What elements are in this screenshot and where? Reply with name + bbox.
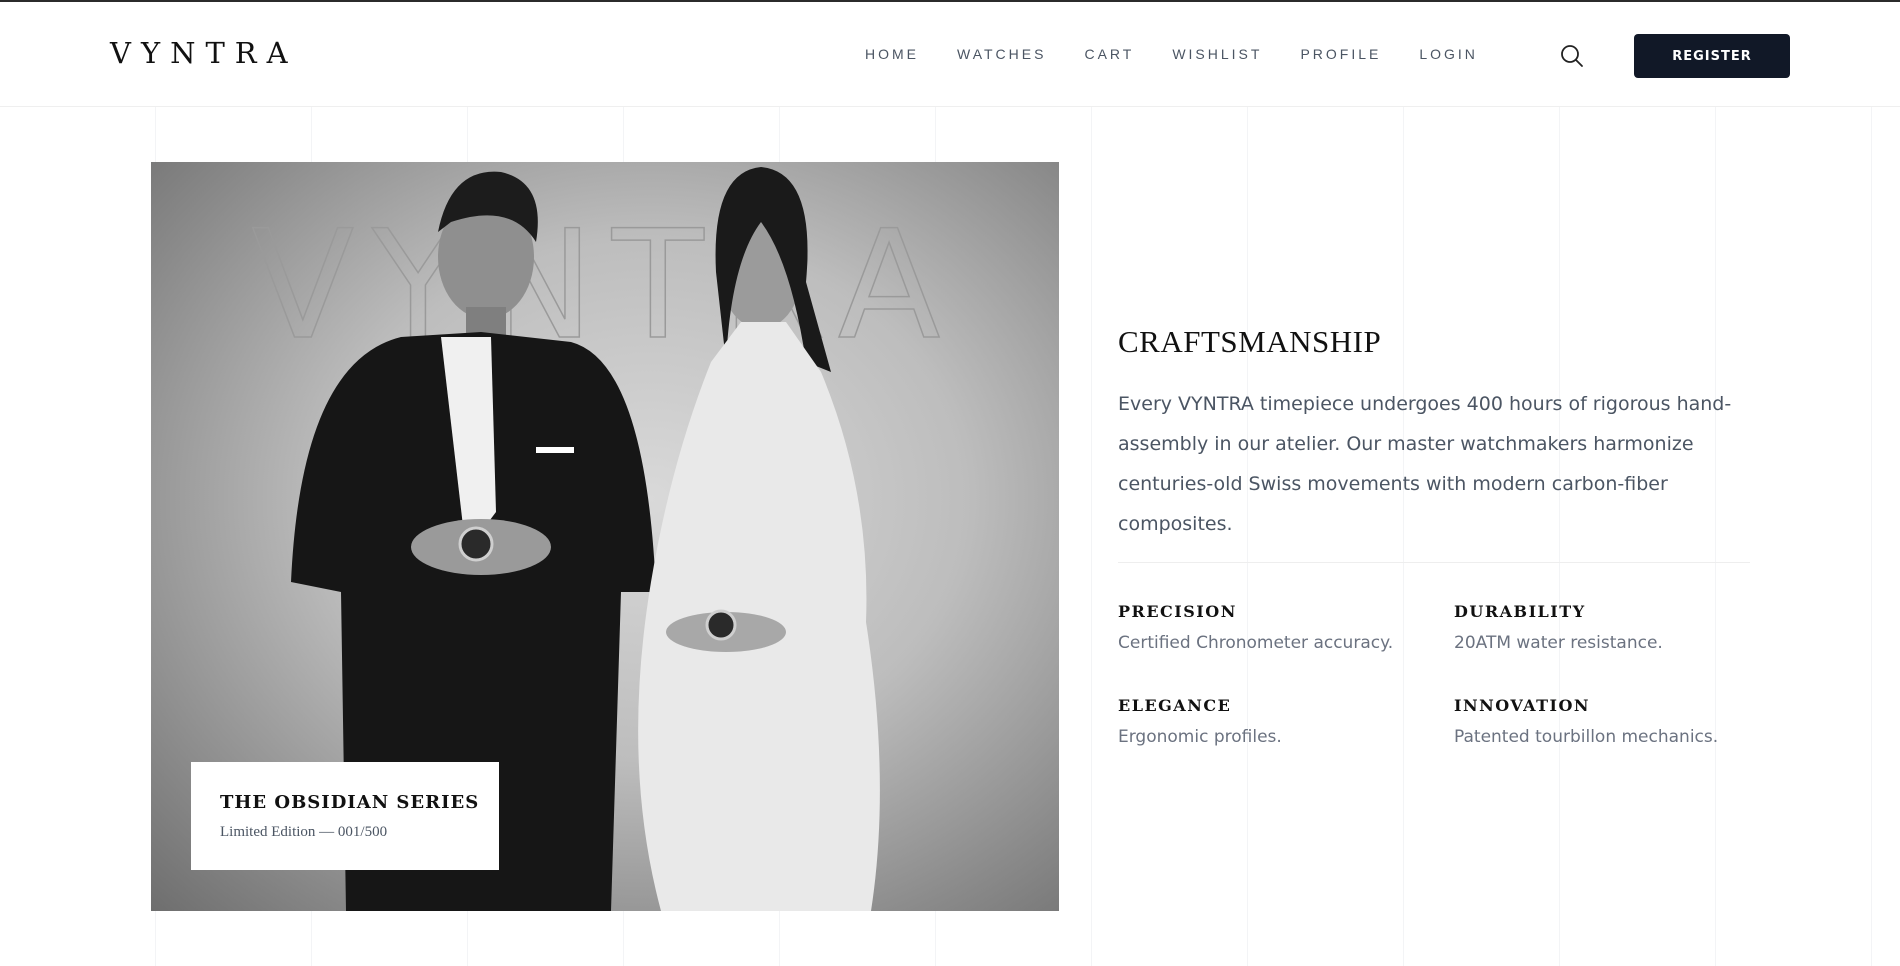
feature-elegance: ELEGANCE Ergonomic profiles. — [1118, 696, 1282, 747]
feature-desc: Ergonomic profiles. — [1118, 727, 1282, 747]
main-nav: HOME WATCHES CART WISHLIST PROFILE LOGIN — [865, 46, 1516, 62]
feature-desc: Patented tourbillon mechanics. — [1454, 727, 1719, 747]
section-divider — [1118, 562, 1750, 563]
brand-logo[interactable]: VYNTRA — [110, 36, 298, 70]
nav-watches[interactable]: WATCHES — [957, 46, 1046, 62]
watermark-text: VYNTRA — [252, 199, 959, 373]
nav-profile[interactable]: PROFILE — [1300, 46, 1381, 62]
feature-precision: PRECISION Certified Chronometer accuracy… — [1118, 602, 1393, 653]
series-subtitle: Limited Edition — 001/500 — [220, 824, 388, 840]
search-icon[interactable] — [1560, 44, 1584, 68]
feature-innovation: INNOVATION Patented tourbillon mechanics… — [1454, 696, 1718, 747]
craftsmanship-body: Every VYNTRA timepiece undergoes 400 hou… — [1118, 393, 1732, 535]
nav-login[interactable]: LOGIN — [1419, 46, 1478, 62]
feature-title: ELEGANCE — [1118, 696, 1232, 715]
series-caption-card: THE OBSIDIAN SERIES Limited Edition — 00… — [191, 762, 499, 870]
woman-watch — [705, 609, 737, 641]
feature-desc: Certified Chronometer accuracy. — [1118, 633, 1394, 653]
feature-desc: 20ATM water resistance. — [1454, 633, 1663, 653]
feature-title: INNOVATION — [1454, 696, 1591, 715]
feature-title: PRECISION — [1118, 602, 1237, 621]
man-watch — [458, 526, 494, 562]
feature-durability: DURABILITY 20ATM water resistance. — [1454, 602, 1663, 653]
site-header: VYNTRA HOME WATCHES CART WISHLIST PROFIL… — [0, 2, 1900, 107]
craftsmanship-title: CRAFTSMANSHIP — [1118, 324, 1382, 359]
series-title: THE OBSIDIAN SERIES — [220, 792, 480, 813]
nav-home[interactable]: HOME — [865, 46, 919, 62]
nav-cart[interactable]: CART — [1084, 46, 1134, 62]
pocket-square — [536, 447, 574, 453]
register-button[interactable]: REGISTER — [1634, 34, 1790, 78]
nav-wishlist[interactable]: WISHLIST — [1172, 46, 1262, 62]
feature-title: DURABILITY — [1454, 602, 1586, 621]
